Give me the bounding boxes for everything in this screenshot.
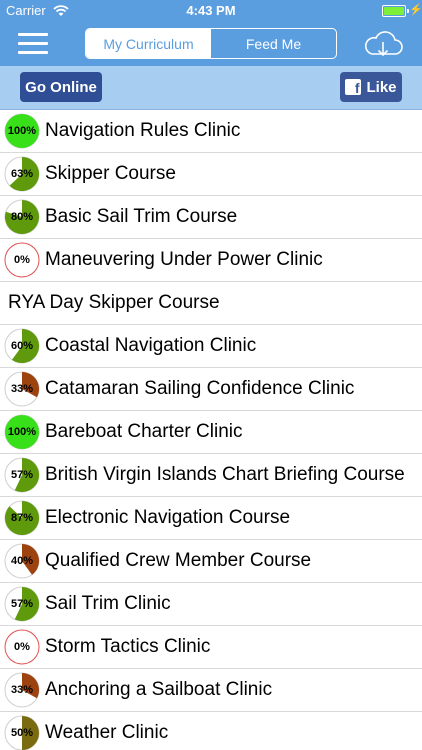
hamburger-menu-icon[interactable] <box>18 33 48 55</box>
course-title: Coastal Navigation Clinic <box>45 335 257 356</box>
segmented-control: My Curriculum Feed Me <box>85 28 337 59</box>
course-title: Electronic Navigation Course <box>45 507 291 528</box>
course-row[interactable]: 63% Skipper Course <box>0 153 422 196</box>
course-row[interactable]: 57% British Virgin Islands Chart Briefing… <box>0 454 422 497</box>
progress-percent: 60% <box>10 340 34 352</box>
course-title: Maneuvering Under Power Clinic <box>45 249 323 270</box>
navigation-bar: My Curriculum Feed Me <box>0 22 422 66</box>
course-title: Basic Sail Trim Course <box>45 206 238 227</box>
segment-my-curriculum[interactable]: My Curriculum <box>86 29 211 58</box>
progress-percent: 40% <box>10 555 34 567</box>
progress-percent: 50% <box>10 727 34 739</box>
facebook-icon: f <box>345 79 362 95</box>
course-row[interactable]: 100% Navigation Rules Clinic <box>0 110 422 153</box>
progress-percent: 0% <box>14 254 30 266</box>
go-online-button[interactable]: Go Online <box>20 72 102 102</box>
course-title: Anchoring a Sailboat Clinic <box>45 679 273 700</box>
course-row[interactable]: 33% Anchoring a Sailboat Clinic <box>0 669 422 712</box>
progress-percent: 100% <box>7 426 37 438</box>
course-row[interactable]: 60% Coastal Navigation Clinic <box>0 325 422 368</box>
course-row[interactable]: 0% Maneuvering Under Power Clinic <box>0 239 422 282</box>
progress-percent: 80% <box>10 211 34 223</box>
like-label: Like <box>366 78 397 96</box>
course-title: Weather Clinic <box>45 722 169 743</box>
course-row[interactable]: 57% Sail Trim Clinic <box>0 583 422 626</box>
course-row[interactable]: 33% Catamaran Sailing Confidence Clinic <box>0 368 422 411</box>
course-title: Navigation Rules Clinic <box>45 120 241 141</box>
progress-percent: 57% <box>10 469 34 481</box>
progress-percent: 63% <box>10 168 34 180</box>
progress-percent: 100% <box>7 125 37 137</box>
course-row[interactable]: 50% Weather Clinic <box>0 712 422 750</box>
charging-icon: ⚡ <box>409 4 422 16</box>
course-row[interactable]: 87% Electronic Navigation Course <box>0 497 422 540</box>
section-header[interactable]: RYA Day Skipper Course <box>0 282 422 325</box>
status-bar: Carrier 4:43 PM ⚡ <box>0 0 422 22</box>
course-title: Sail Trim Clinic <box>45 593 171 614</box>
course-row[interactable]: 40% Qualified Crew Member Course <box>0 540 422 583</box>
progress-percent: 57% <box>10 598 34 610</box>
progress-percent: 87% <box>10 512 34 524</box>
action-toolbar: Go Online f Like <box>0 66 422 110</box>
facebook-like-button[interactable]: f Like <box>340 72 402 102</box>
course-row[interactable]: 80% Basic Sail Trim Course <box>0 196 422 239</box>
progress-percent: 33% <box>10 383 34 395</box>
course-title: Storm Tactics Clinic <box>45 636 211 657</box>
course-title: Catamaran Sailing Confidence Clinic <box>45 378 355 399</box>
course-row[interactable]: 0% Storm Tactics Clinic <box>0 626 422 669</box>
course-title: British Virgin Islands Chart Briefing Co… <box>45 464 405 485</box>
cloud-download-icon[interactable] <box>361 29 405 61</box>
battery-icon <box>382 5 409 17</box>
course-list: 100% Navigation Rules Clinic 63% Skipper Co… <box>0 110 422 750</box>
course-title: Bareboat Charter Clinic <box>45 421 243 442</box>
course-title: Qualified Crew Member Course <box>45 550 312 571</box>
progress-percent: 0% <box>14 641 30 653</box>
course-title: Skipper Course <box>45 163 176 184</box>
segment-feed-me[interactable]: Feed Me <box>211 29 336 58</box>
course-row[interactable]: 100% Bareboat Charter Clinic <box>0 411 422 454</box>
clock: 4:43 PM <box>186 3 236 18</box>
progress-percent: 33% <box>10 684 34 696</box>
section-header-title: RYA Day Skipper Course <box>8 292 220 313</box>
